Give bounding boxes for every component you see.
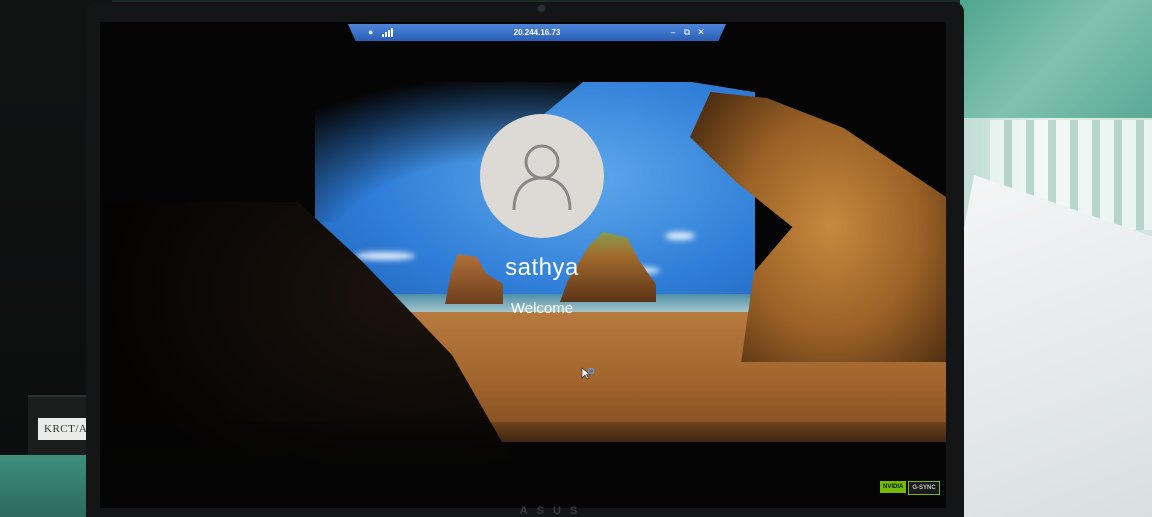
close-icon[interactable]: ✕: [696, 27, 706, 37]
wall-banner: [960, 0, 1152, 118]
laptop-screen: ● 20.244.16.73 – ⧉ ✕ sathya Welcome: [100, 22, 946, 508]
laptop-brand-logo: ASUS: [519, 505, 587, 517]
wallpaper-foreground-shadow: [100, 422, 946, 508]
busy-cursor-icon: [581, 367, 595, 380]
minimize-icon[interactable]: –: [668, 27, 678, 37]
user-avatar-icon: [480, 114, 604, 238]
gsync-badge: G-SYNC: [908, 481, 940, 495]
user-name: sathya: [505, 254, 579, 281]
paper-sheet: [950, 175, 1152, 517]
remote-desktop-connection-bar[interactable]: ● 20.244.16.73 – ⧉ ✕: [348, 24, 726, 41]
sign-in-status: Welcome: [510, 300, 574, 317]
gsync-sticker: NVIDIA G-SYNC: [880, 481, 940, 495]
nvidia-badge: NVIDIA: [880, 481, 907, 493]
webcam: [538, 5, 545, 12]
restore-icon[interactable]: ⧉: [682, 27, 692, 37]
